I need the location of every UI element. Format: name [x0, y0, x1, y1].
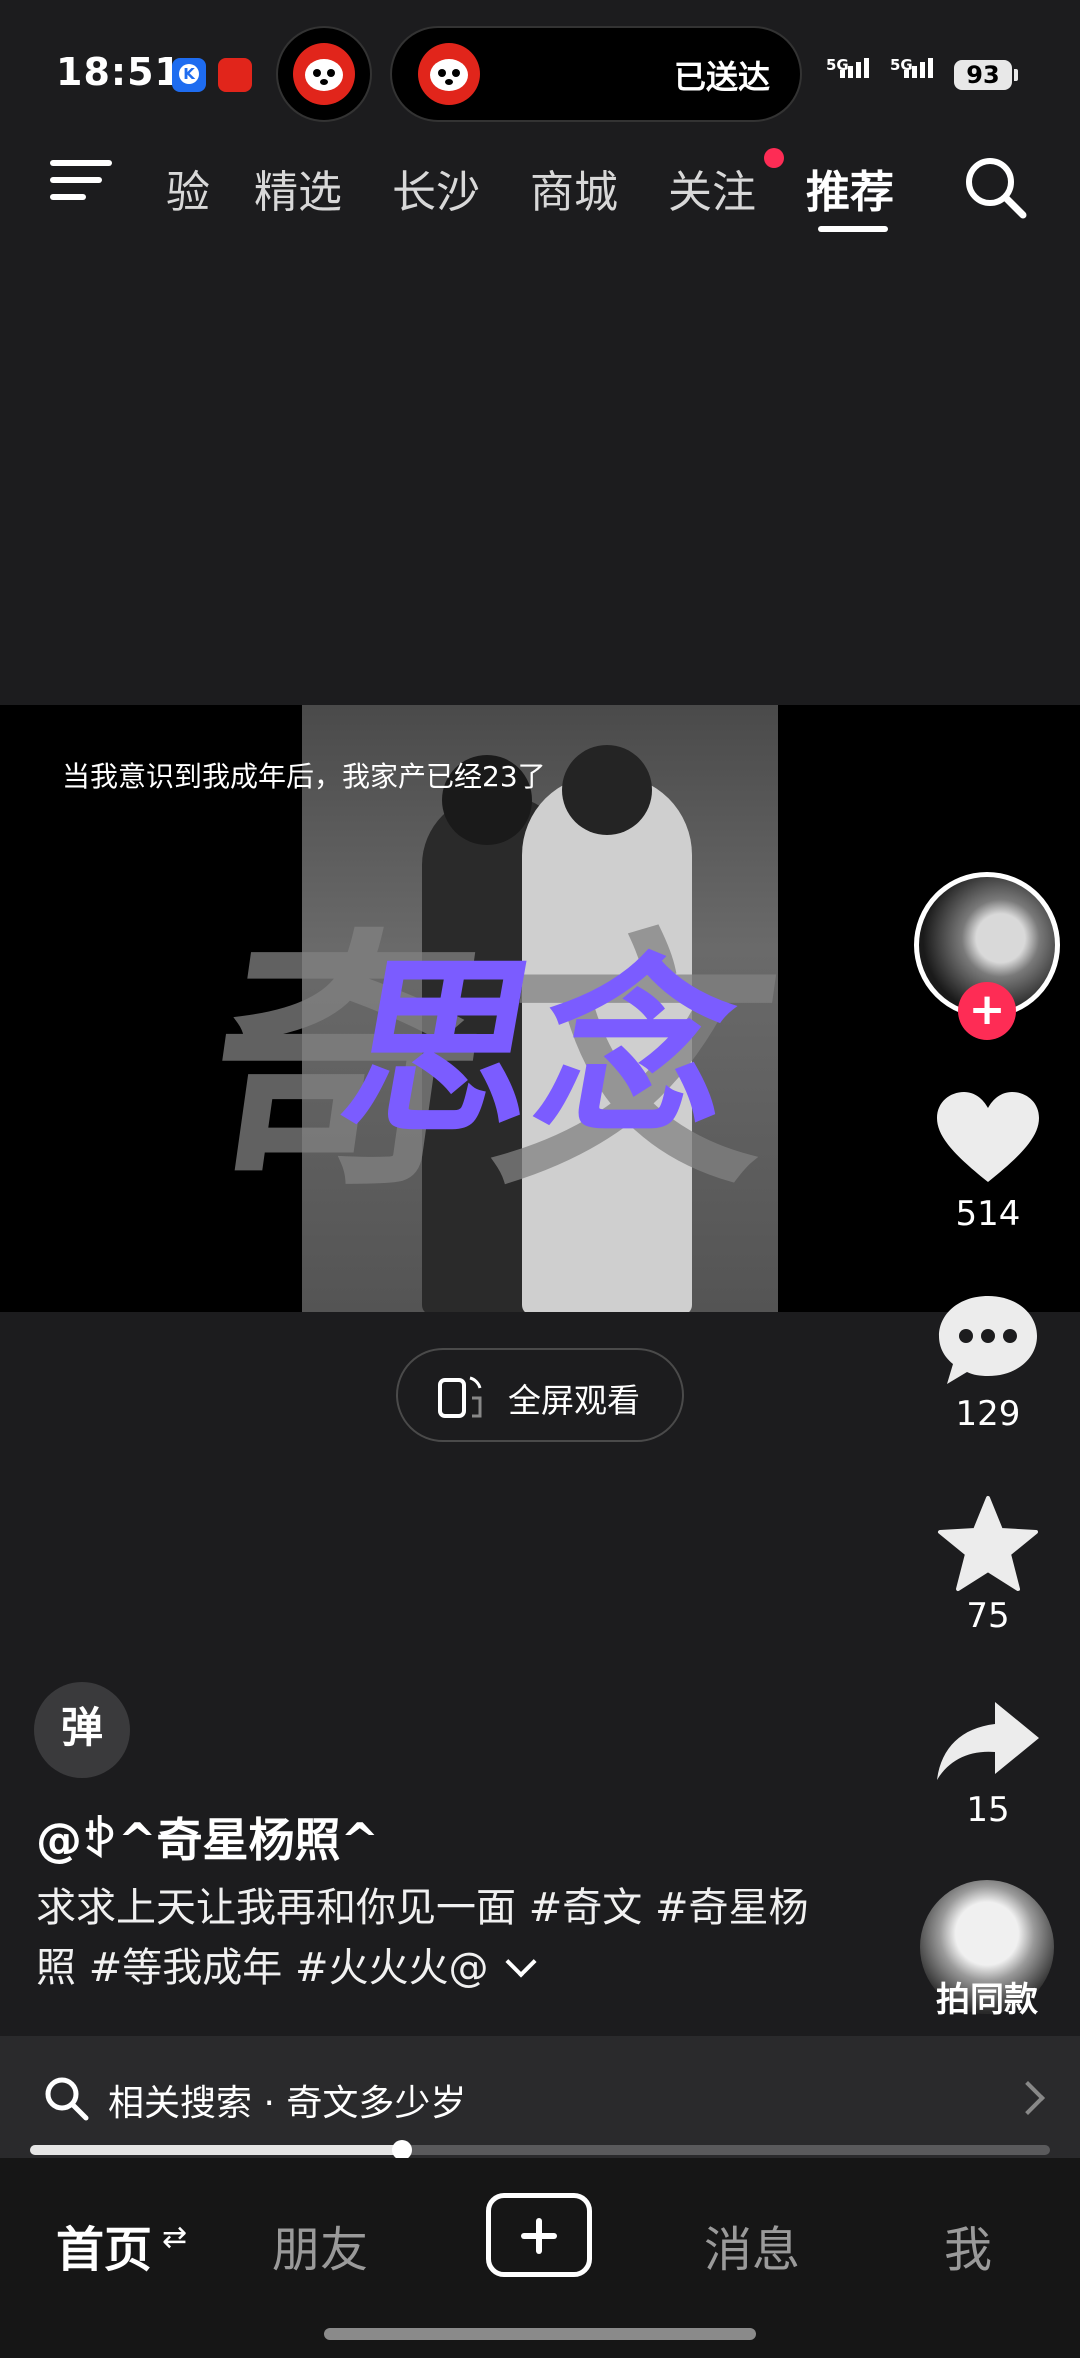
comment-icon[interactable]	[933, 1292, 1043, 1392]
tab-changsha[interactable]: 长沙	[392, 156, 480, 220]
search-icon	[45, 2077, 89, 2121]
battery-indicator: 93	[954, 60, 1012, 90]
comment-count: 129	[955, 1394, 1021, 1434]
post-description[interactable]: 求求上天让我再和你见一面 #奇文 #奇星杨照 #等我成年 #火火火@	[36, 1878, 836, 1998]
chevron-right-icon	[1011, 2081, 1045, 2115]
create-post-button[interactable]	[486, 2193, 592, 2277]
tab-partial[interactable]: 验	[150, 156, 210, 220]
following-notification-dot	[764, 148, 784, 168]
live-activity-mini[interactable]	[276, 26, 372, 122]
swap-arrows-icon[interactable]: ⇄	[162, 2220, 187, 2255]
menu-icon[interactable]	[50, 158, 112, 202]
tab-recommended[interactable]: 推荐	[806, 156, 894, 220]
danmu-toggle-button[interactable]: 弹	[34, 1682, 130, 1778]
live-activity-delivery[interactable]: 已送达	[390, 26, 802, 122]
fullscreen-button[interactable]: 全屏观看	[396, 1348, 684, 1442]
related-search-text: 相关搜索 · 奇文多少岁	[108, 2083, 467, 2124]
remix-label[interactable]: 拍同款	[900, 1972, 1074, 2021]
video-progress-fill	[30, 2145, 402, 2155]
battery-tip	[1014, 69, 1018, 81]
tab-me[interactable]: 我	[944, 2210, 992, 2280]
delivery-status-text: 已送达	[673, 58, 770, 96]
active-tab-indicator	[818, 226, 888, 232]
favorite-count: 75	[966, 1596, 1010, 1636]
video-progress-handle[interactable]	[392, 2140, 412, 2160]
fullscreen-label: 全屏观看	[508, 1381, 640, 1420]
status-time: 18:51	[56, 50, 182, 94]
follow-button[interactable]: +	[958, 982, 1016, 1040]
share-count: 15	[966, 1790, 1010, 1830]
favorite-star-icon[interactable]	[933, 1494, 1043, 1594]
like-count: 514	[955, 1194, 1021, 1234]
jd-mascot-icon	[293, 43, 355, 105]
author-name[interactable]: @ꉣ^奇星杨照^	[36, 1804, 379, 1870]
tab-mall[interactable]: 商城	[530, 156, 618, 220]
k-app-notification-icon: K	[172, 58, 206, 92]
home-indicator[interactable]	[324, 2328, 756, 2340]
rotate-phone-icon	[438, 1376, 482, 1418]
tab-following[interactable]: 关注	[668, 156, 756, 220]
share-icon[interactable]	[933, 1694, 1043, 1794]
jd-app-notification-icon	[218, 58, 252, 92]
tab-home[interactable]: 首页	[56, 2210, 152, 2280]
heart-icon[interactable]	[933, 1090, 1043, 1190]
video-overlay-text-purple: 思念	[327, 937, 755, 1160]
expand-chevron-icon[interactable]	[505, 1946, 538, 1978]
tab-messages[interactable]: 消息	[704, 2210, 800, 2280]
tab-featured[interactable]: 精选	[254, 156, 342, 220]
related-search-bar[interactable]: 相关搜索 · 奇文多少岁	[0, 2036, 1080, 2160]
search-icon[interactable]	[962, 154, 1028, 220]
jd-mascot-icon	[418, 43, 480, 105]
tab-friends[interactable]: 朋友	[272, 2210, 368, 2280]
video-caption: 当我意识到我成年后，我家产已经23了	[62, 760, 546, 793]
